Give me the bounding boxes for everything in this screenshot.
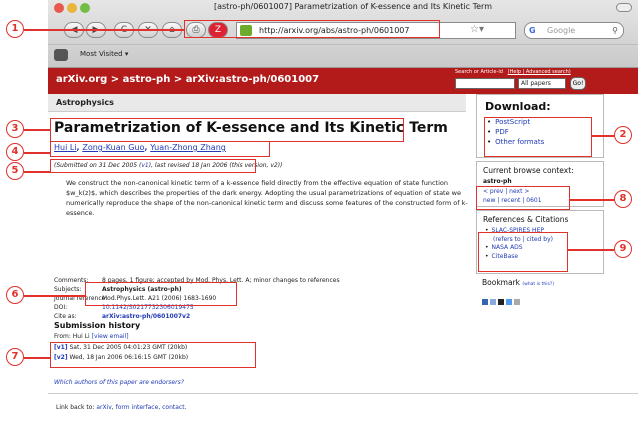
callout-6: 6 — [6, 286, 24, 304]
references-title: References & Citations — [483, 215, 569, 224]
screenshot: [astro-ph/0601007] Parametrization of K-… — [0, 0, 638, 421]
callout-1: 1 — [6, 20, 24, 38]
minimize-window-icon[interactable] — [67, 3, 77, 13]
breadcrumb: arXiv.org > astro-ph > arXiv:astro-ph/06… — [56, 74, 319, 85]
meta-key: Comments: — [54, 277, 89, 284]
footer-link[interactable]: form interface — [116, 404, 159, 411]
page-footer: Link back to: arXiv, form interface, con… — [48, 393, 638, 421]
papers-select[interactable]: All papers — [518, 78, 566, 89]
meta-key: Cite as: — [54, 313, 77, 320]
breadcrumb-arxiv[interactable]: arXiv.org — [56, 74, 107, 85]
article-search-input[interactable] — [455, 78, 515, 89]
callout-line — [24, 357, 50, 359]
highlight-submitted — [50, 159, 256, 173]
breadcrumb-paper: arXiv:astro-ph/0601007 — [185, 74, 320, 85]
bookmark-service-icon[interactable] — [490, 299, 496, 305]
callout-line — [24, 129, 50, 131]
view-email-link[interactable]: [view email] — [92, 333, 129, 340]
bookmark-title: Bookmark (what is this?) — [482, 278, 555, 287]
search-field[interactable]: G Google ⚲ — [524, 22, 624, 39]
download-title: Download: — [485, 100, 551, 113]
title-bar: [astro-ph/0601007] Parametrization of K-… — [48, 0, 638, 16]
highlight-url-bar — [184, 20, 440, 38]
abstract-text: We construct the non-canonical kinetic t… — [66, 179, 468, 217]
callout-2: 2 — [614, 126, 632, 144]
bookmark-service-icon[interactable] — [514, 299, 520, 305]
breadcrumb-sep: > — [107, 74, 123, 85]
magnifier-icon[interactable]: ⚲ — [612, 23, 618, 38]
google-icon: G — [529, 26, 536, 35]
meta-key: Subjects: — [54, 286, 82, 293]
submission-from: From: Hui Li [view email] — [54, 333, 129, 340]
highlight-browse-nav — [476, 186, 570, 210]
search-label: Search or Article-id (Help | Advanced se… — [455, 69, 571, 75]
bookmarks-bar: Most Visited ▾ — [48, 44, 638, 66]
callout-3: 3 — [6, 120, 24, 138]
bookmark-box: Bookmark (what is this?) — [476, 276, 604, 305]
breadcrumb-sep: > — [170, 74, 186, 85]
close-window-icon[interactable] — [54, 3, 64, 13]
callout-4: 4 — [6, 143, 24, 161]
search-placeholder: Google — [547, 26, 576, 35]
subject-header: Astrophysics — [48, 94, 466, 112]
footer-link[interactable]: contact — [162, 404, 184, 411]
callout-line — [570, 199, 614, 201]
callout-8: 8 — [614, 190, 632, 208]
meta-key: DOI: — [54, 304, 68, 311]
callout-9: 9 — [614, 240, 632, 258]
bookmark-service-icon[interactable] — [506, 299, 512, 305]
callout-line — [24, 171, 50, 173]
bookmark-services — [482, 290, 522, 309]
callout-7: 7 — [6, 348, 24, 366]
callout-line — [568, 249, 614, 251]
callout-line — [24, 152, 50, 154]
highlight-authors — [50, 141, 270, 157]
endorsers-link[interactable]: Which authors of this paper are endorser… — [54, 379, 184, 386]
highlight-doi-cite — [85, 282, 237, 306]
cite-as-link[interactable]: arXiv:astro-ph/0601007v2 — [102, 313, 190, 320]
bookmark-service-icon[interactable] — [498, 299, 504, 305]
callout-line — [592, 135, 614, 137]
highlight-download — [484, 117, 592, 157]
callout-line — [24, 295, 85, 297]
most-visited-link[interactable]: Most Visited ▾ — [80, 50, 128, 58]
window-title: [astro-ph/0601007] Parametrization of K-… — [213, 2, 492, 11]
what-is-this-link[interactable]: (what is this?) — [522, 282, 554, 287]
browse-context-category: astro-ph — [483, 178, 512, 185]
submission-history-heading: Submission history — [54, 321, 141, 330]
go-button[interactable]: Go! — [570, 77, 586, 90]
footer-link[interactable]: arXiv — [96, 404, 111, 411]
toolbar-toggle-icon[interactable] — [616, 3, 632, 12]
highlight-title — [50, 118, 404, 142]
highlight-references — [478, 232, 568, 272]
callout-line — [24, 29, 184, 31]
arxiv-header: arXiv.org > astro-ph > arXiv:astro-ph/06… — [48, 68, 638, 94]
highlight-history — [50, 342, 256, 368]
zoom-window-icon[interactable] — [80, 3, 90, 13]
bookmark-star-icon[interactable]: ☆▾ — [470, 24, 484, 35]
browse-context-title: Current browse context: — [483, 166, 574, 175]
breadcrumb-astro-ph[interactable]: astro-ph — [123, 74, 171, 85]
bookmarks-menu-icon[interactable] — [54, 49, 68, 61]
bookmark-service-icon[interactable] — [482, 299, 488, 305]
help-link[interactable]: (Help | Advanced search) — [508, 69, 571, 75]
callout-5: 5 — [6, 162, 24, 180]
